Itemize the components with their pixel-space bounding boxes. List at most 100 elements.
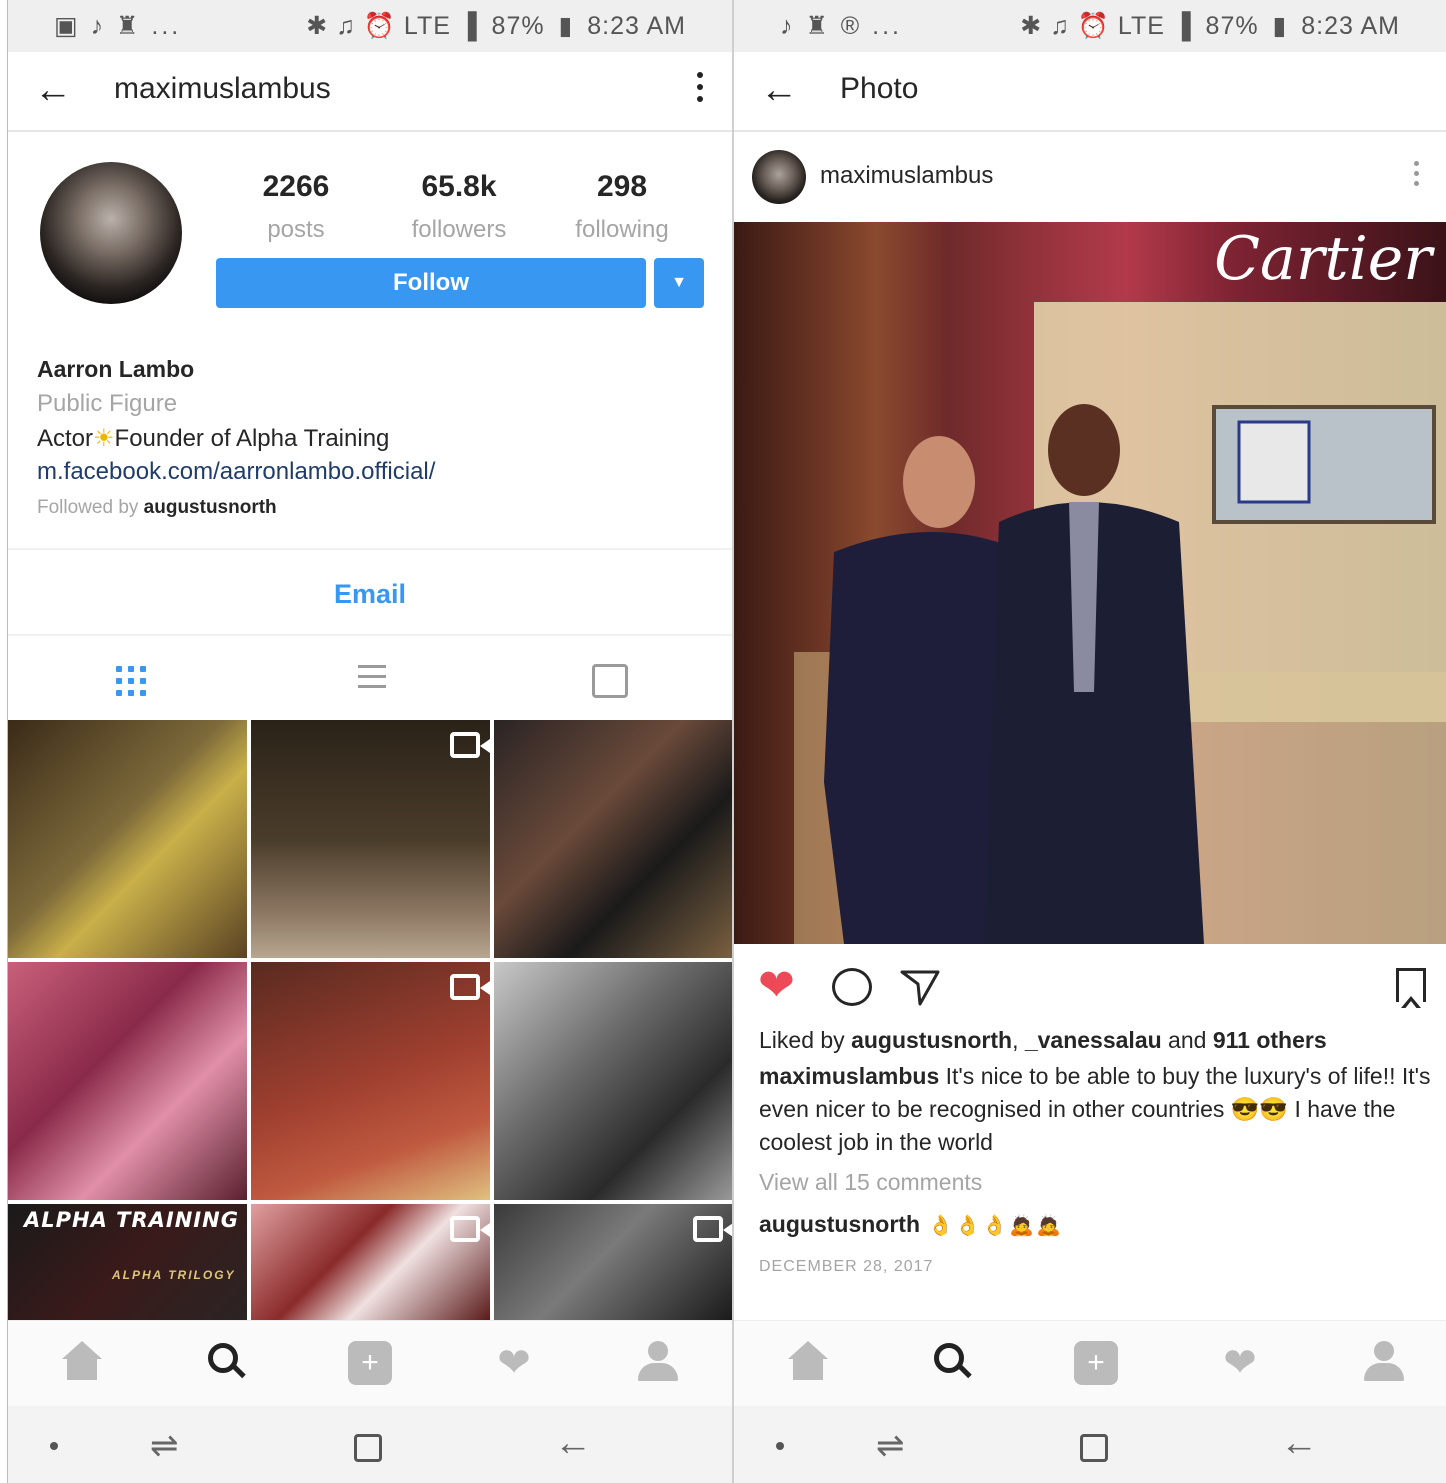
likes-line: Liked by augustusnorth, _vanessalau and …	[759, 1024, 1431, 1057]
home-icon[interactable]	[60, 1341, 104, 1385]
profile-icon[interactable]	[636, 1341, 680, 1385]
view-all-comments-link[interactable]: View all 15 comments	[759, 1166, 1431, 1199]
arrow-left-icon[interactable]: ←	[760, 70, 800, 110]
home-square-icon[interactable]	[1080, 1434, 1108, 1462]
followed-by-prefix: Followed by	[37, 497, 144, 518]
tagged-photos-icon[interactable]	[592, 664, 628, 698]
follow-button[interactable]: Follow	[216, 258, 646, 308]
battery-icon: ▮	[558, 12, 574, 40]
home-square-icon[interactable]	[354, 1434, 382, 1462]
share-icon[interactable]	[898, 964, 942, 1013]
liker-1[interactable]: augustusnorth	[851, 1027, 1012, 1053]
battery-icon: ▮	[1272, 12, 1288, 40]
stat-posts-value: 2266	[262, 170, 330, 203]
add-icon[interactable]: +	[1074, 1341, 1118, 1385]
email-label: Email	[333, 579, 407, 609]
likes-prefix: Liked by	[759, 1027, 852, 1053]
caret-down-icon: ▼	[671, 274, 687, 291]
bookmark-icon[interactable]	[1396, 968, 1426, 1010]
profile-name: Aarron Lambo	[37, 356, 195, 382]
profile-avatar[interactable]	[40, 162, 182, 304]
add-icon[interactable]: +	[348, 1341, 392, 1385]
clock: 8:23 AM	[1301, 12, 1400, 40]
status-right: ✱ ♫ ⏰ LTE ▐ 87% ▮ 8:23 AM	[300, 11, 686, 41]
bottom-nav: + ❤	[8, 1320, 732, 1406]
stat-following-label: following	[575, 216, 669, 243]
arrow-left-icon[interactable]: ←	[34, 70, 74, 110]
grid-post-7-subtitle: ALPHA TRILOGY	[112, 1268, 236, 1282]
more-vertical-icon[interactable]	[690, 66, 710, 116]
post-date: DECEMBER 28, 2017	[759, 1258, 934, 1275]
dot-icon[interactable]	[776, 1442, 784, 1450]
comment-icon[interactable]	[832, 968, 872, 1006]
back-icon[interactable]: ←	[554, 1422, 592, 1465]
comment-username[interactable]: augustusnorth	[759, 1211, 920, 1237]
bio-text-founder: Founder of Alpha Training	[114, 425, 390, 452]
recents-icon[interactable]: ⇌	[150, 1426, 179, 1466]
video-camera-icon	[693, 1216, 732, 1242]
post-header: maximuslambus	[734, 134, 1446, 222]
stat-posts[interactable]: 2266 posts	[226, 170, 366, 244]
clock: 8:23 AM	[587, 12, 686, 40]
grid-post-4[interactable]	[8, 962, 247, 1200]
photo-title: Photo	[840, 72, 919, 105]
caption-username[interactable]: maximuslambus	[759, 1063, 939, 1089]
suggested-dropdown-button[interactable]: ▼	[654, 258, 704, 308]
android-nav-bar: ⇌ ←	[734, 1406, 1446, 1483]
post-actions: ❤	[734, 952, 1446, 1022]
stat-followers[interactable]: 65.8k followers	[389, 170, 529, 244]
android-nav-bar: ⇌ ←	[8, 1406, 732, 1483]
followed-by: Followed by augustusnorth	[37, 497, 277, 519]
grid-post-9[interactable]	[494, 1204, 732, 1320]
post-photo[interactable]: Cartier	[734, 222, 1446, 944]
grid-post-6[interactable]	[494, 962, 732, 1200]
status-bar: ▣ ♪ ♜ ... ✱ ♫ ⏰ LTE ▐ 87% ▮ 8:23 AM	[8, 0, 732, 52]
video-camera-icon	[450, 732, 490, 758]
post-username[interactable]: maximuslambus	[820, 162, 993, 190]
stat-following-value: 298	[596, 170, 648, 203]
search-icon[interactable]	[930, 1341, 974, 1385]
video-camera-icon	[450, 1216, 490, 1242]
followed-by-user[interactable]: augustusnorth	[144, 497, 277, 518]
post-avatar[interactable]	[752, 150, 806, 204]
stat-followers-value: 65.8k	[421, 170, 497, 203]
bottom-nav: + ❤	[734, 1320, 1446, 1406]
search-icon[interactable]	[204, 1341, 248, 1385]
heart-icon[interactable]: ❤	[492, 1341, 536, 1385]
recents-icon[interactable]: ⇌	[876, 1426, 905, 1466]
battery-percent: 87%	[1205, 12, 1259, 40]
photo-header: ← Photo	[734, 52, 1446, 132]
list-view-icon[interactable]	[350, 658, 394, 702]
more-vertical-icon[interactable]	[1410, 156, 1422, 191]
grid-post-2[interactable]	[251, 720, 490, 958]
liker-2[interactable]: _vanessalau	[1025, 1027, 1162, 1053]
video-camera-icon	[450, 974, 490, 1000]
comment-text: 👌👌👌🙇🙇	[920, 1213, 1063, 1237]
status-notification-icons: ▣ ♪ ♜ ...	[54, 12, 182, 40]
back-icon[interactable]: ←	[1280, 1422, 1318, 1465]
heart-icon[interactable]: ❤	[1218, 1341, 1262, 1385]
grid-post-5[interactable]	[251, 962, 490, 1200]
email-button[interactable]: Email	[8, 548, 732, 636]
grid-post-8[interactable]	[251, 1204, 490, 1320]
like-heart-icon[interactable]: ❤	[758, 964, 795, 1008]
status-right: ✱ ♫ ⏰ LTE ▐ 87% ▮ 8:23 AM	[1014, 11, 1400, 41]
profile-website-link[interactable]: m.facebook.com/aarronlambo.official/	[37, 458, 435, 486]
stat-following[interactable]: 298 following	[552, 170, 692, 244]
home-icon[interactable]	[786, 1341, 830, 1385]
grid-post-7[interactable]: ALPHA TRAINING ALPHA TRILOGY	[8, 1204, 247, 1320]
dot-icon[interactable]	[50, 1442, 58, 1450]
likes-others[interactable]: 911 others	[1213, 1027, 1327, 1053]
stat-posts-label: posts	[267, 216, 325, 243]
likes-and: and	[1161, 1027, 1213, 1053]
photo-screen: ♪ ♜ ® ... ✱ ♫ ⏰ LTE ▐ 87% ▮ 8:23 AM ← Ph…	[734, 0, 1446, 1483]
grid-post-3[interactable]	[494, 720, 732, 958]
left-frame-edge	[0, 0, 8, 1483]
grid-post-7-title: ALPHA TRAINING	[24, 1208, 239, 1232]
profile-header: ← maximuslambus	[8, 52, 732, 132]
photo-scene	[794, 302, 1446, 944]
grid-view-icon[interactable]	[108, 658, 152, 702]
grid-post-1[interactable]	[8, 720, 247, 958]
profile-icon[interactable]	[1362, 1341, 1406, 1385]
comment-item: augustusnorth 👌👌👌🙇🙇	[759, 1208, 1431, 1242]
